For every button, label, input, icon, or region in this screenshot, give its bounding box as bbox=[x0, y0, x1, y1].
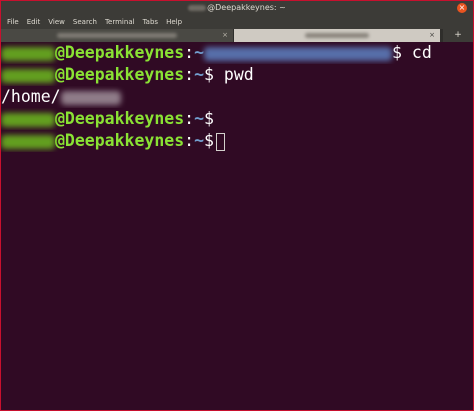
redacted-username bbox=[1, 46, 55, 61]
prompt-separator: : bbox=[184, 109, 195, 128]
prompt-dollar: $ bbox=[204, 109, 214, 128]
terminal-line-5: @Deepakkeynes:~$ bbox=[1, 130, 473, 152]
menu-bar: File Edit View Search Terminal Tabs Help bbox=[1, 15, 473, 29]
tab-1-close-icon[interactable]: × bbox=[219, 29, 231, 42]
prompt-host: @Deepakkeynes bbox=[55, 131, 185, 150]
terminal-line-4: @Deepakkeynes:~$ bbox=[1, 108, 473, 130]
prompt-host: @Deepakkeynes bbox=[55, 43, 185, 62]
redacted-path bbox=[204, 46, 393, 61]
menu-file[interactable]: File bbox=[1, 15, 23, 29]
redacted-username bbox=[188, 4, 207, 11]
menu-terminal[interactable]: Terminal bbox=[101, 15, 139, 29]
prompt-path: ~ bbox=[194, 109, 205, 128]
menu-view[interactable]: View bbox=[44, 15, 69, 29]
redacted-username bbox=[1, 68, 55, 83]
window-title-text: @Deepakkeynes: ~ bbox=[207, 3, 286, 12]
terminal-output[interactable]: @Deepakkeynes:~ $ cd @Deepakkeynes:~$ pwd… bbox=[1, 42, 473, 410]
tab-2-active[interactable]: × bbox=[234, 29, 440, 42]
close-button[interactable]: × bbox=[457, 3, 467, 13]
prompt-host: @Deepakkeynes bbox=[55, 109, 185, 128]
prompt-host: @Deepakkeynes bbox=[55, 65, 185, 84]
window-title: @Deepakkeynes: ~ bbox=[1, 1, 473, 15]
terminal-window: @Deepakkeynes: ~ × File Edit View Search Ter… bbox=[0, 0, 474, 411]
command-output: /home/ bbox=[1, 87, 61, 106]
prompt-dollar: $ bbox=[204, 65, 214, 84]
new-tab-button[interactable]: + bbox=[443, 29, 473, 42]
prompt-separator: : bbox=[184, 65, 195, 84]
redacted-tab-title bbox=[305, 33, 369, 38]
redacted-username bbox=[60, 90, 121, 105]
prompt-path: ~ bbox=[194, 65, 205, 84]
command-text: pwd bbox=[213, 65, 254, 84]
terminal-line-1: @Deepakkeynes:~ $ cd bbox=[1, 42, 473, 64]
menu-search[interactable]: Search bbox=[69, 15, 101, 29]
redacted-username bbox=[1, 112, 55, 127]
prompt-separator: : bbox=[184, 131, 195, 150]
redacted-username bbox=[1, 134, 55, 149]
prompt-dollar: $ bbox=[392, 43, 402, 62]
prompt-path: ~ bbox=[194, 43, 205, 62]
terminal-line-3: /home/ bbox=[1, 86, 473, 108]
tab-1[interactable]: × bbox=[1, 29, 233, 42]
menu-help[interactable]: Help bbox=[162, 15, 186, 29]
prompt-dollar: $ bbox=[204, 131, 214, 150]
redacted-tab-title bbox=[57, 33, 177, 38]
close-icon: × bbox=[458, 3, 466, 12]
menu-edit[interactable]: Edit bbox=[23, 15, 45, 29]
menu-tabs[interactable]: Tabs bbox=[139, 15, 163, 29]
plus-icon: + bbox=[454, 30, 462, 40]
terminal-line-2: @Deepakkeynes:~$ pwd bbox=[1, 64, 473, 86]
tab-bar: × × + bbox=[1, 29, 473, 42]
text-cursor bbox=[215, 132, 225, 151]
prompt-separator: : bbox=[184, 43, 195, 62]
title-bar: @Deepakkeynes: ~ × bbox=[1, 1, 473, 15]
tab-2-close-icon[interactable]: × bbox=[426, 29, 438, 42]
prompt-path: ~ bbox=[194, 131, 205, 150]
command-text: cd bbox=[401, 43, 432, 62]
